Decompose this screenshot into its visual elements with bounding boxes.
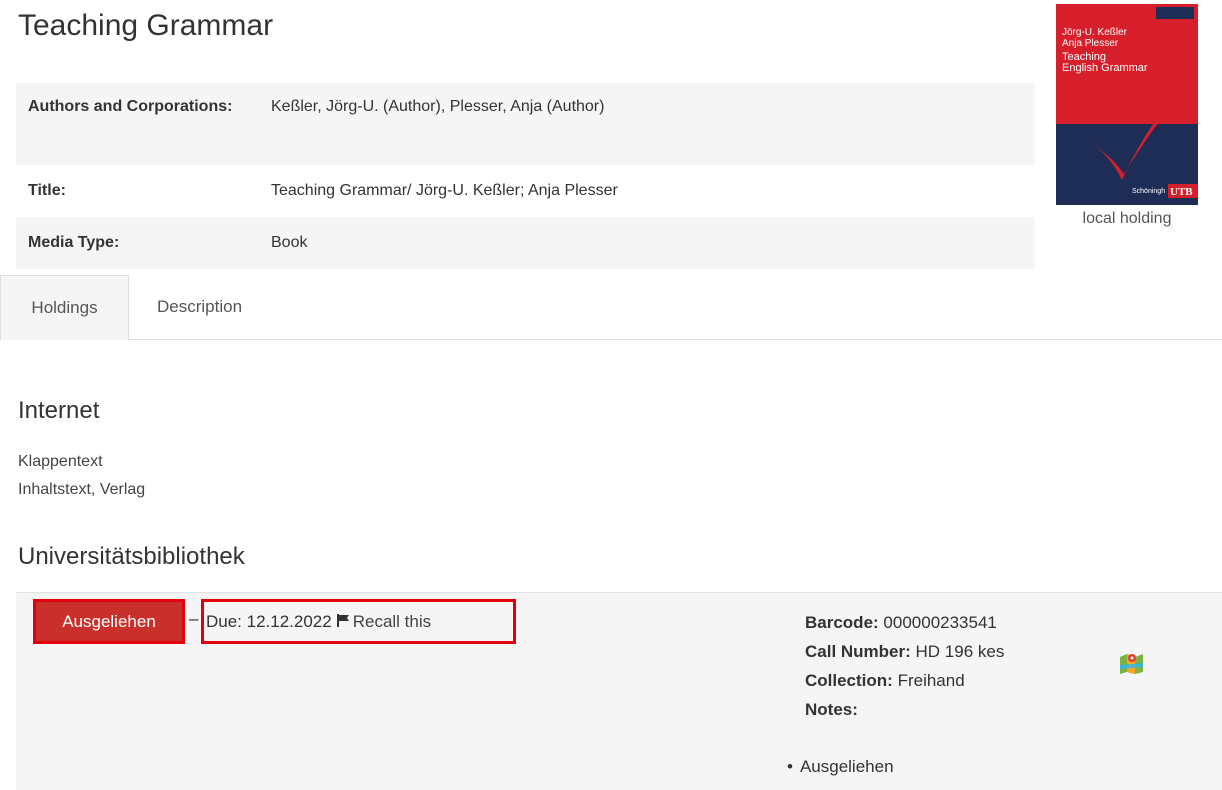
title-label: Title: [28,182,66,199]
media-type-value: Book [271,234,308,251]
tab-description[interactable]: Description [139,275,260,339]
media-type-label: Media Type: [28,234,120,251]
notes-label: Notes: [805,700,858,719]
notes-line: Notes: [805,695,1004,724]
call-number-value: HD 196 kes [915,642,1005,661]
barcode-value: 000000233541 [883,613,997,632]
internet-heading: Internet [18,397,100,424]
call-number-label: Call Number: [805,642,911,661]
title-row: Title: Teaching Grammar/ Jörg-U. Keßler;… [16,165,1035,217]
collection-label: Collection: [805,671,893,690]
note-item: Ausgeliehen [787,757,894,777]
cover-author-2: Anja Plesser [1062,38,1119,49]
flag-icon [336,603,351,643]
notes-list: Ausgeliehen [787,757,894,777]
holding-details: Barcode: 000000233541 Call Number: HD 19… [805,608,1004,724]
book-cover-image[interactable]: Jörg-U. Keßler Anja Plesser Teaching Eng… [1056,4,1198,205]
link-inhaltstext[interactable]: Inhaltstext, Verlag [18,481,145,499]
authors-label: Authors and Corporations: [28,98,233,115]
authors-row: Authors and Corporations: Keßler, Jörg-U… [16,83,1035,165]
recall-link[interactable]: Recall this [353,612,431,631]
map-icon[interactable] [1119,651,1145,675]
status-badge[interactable]: Ausgeliehen [33,599,185,644]
book-cover-art: Jörg-U. Keßler Anja Plesser Teaching Eng… [1056,4,1198,205]
record-details-table: Authors and Corporations: Keßler, Jörg-U… [16,83,1035,269]
call-number-line: Call Number: HD 196 kes [805,637,1004,666]
cover-publisher: Schöningh [1132,188,1165,195]
authors-value: Keßler, Jörg-U. (Author), Plesser, Anja … [271,98,605,115]
tab-holdings[interactable]: Holdings [0,275,129,340]
status-label: Ausgeliehen [62,612,156,631]
cover-series-logo: UTB [1170,186,1193,198]
title-value: Teaching Grammar/ Jörg-U. Keßler; Anja P… [271,182,618,199]
link-klappentext[interactable]: Klappentext [18,453,103,471]
cover-author-1: Jörg-U. Keßler [1062,27,1128,38]
cover-caption: local holding [1082,210,1172,227]
record-tabs: Holdings Description [0,275,1222,340]
due-and-recall: Due: 12.12.2022 Recall this [201,599,516,644]
cover-title-2: English Grammar [1062,62,1148,74]
separator: – [189,609,199,628]
collection-value: Freihand [897,671,965,690]
page-title: Teaching Grammar [18,9,274,42]
barcode-line: Barcode: 000000233541 [805,608,1004,637]
barcode-label: Barcode: [805,613,879,632]
due-date: Due: 12.12.2022 [206,612,332,631]
media-type-row: Media Type: Book [16,217,1035,269]
collection-line: Collection: Freihand [805,666,1004,695]
library-heading: Universitätsbibliothek [18,543,245,570]
